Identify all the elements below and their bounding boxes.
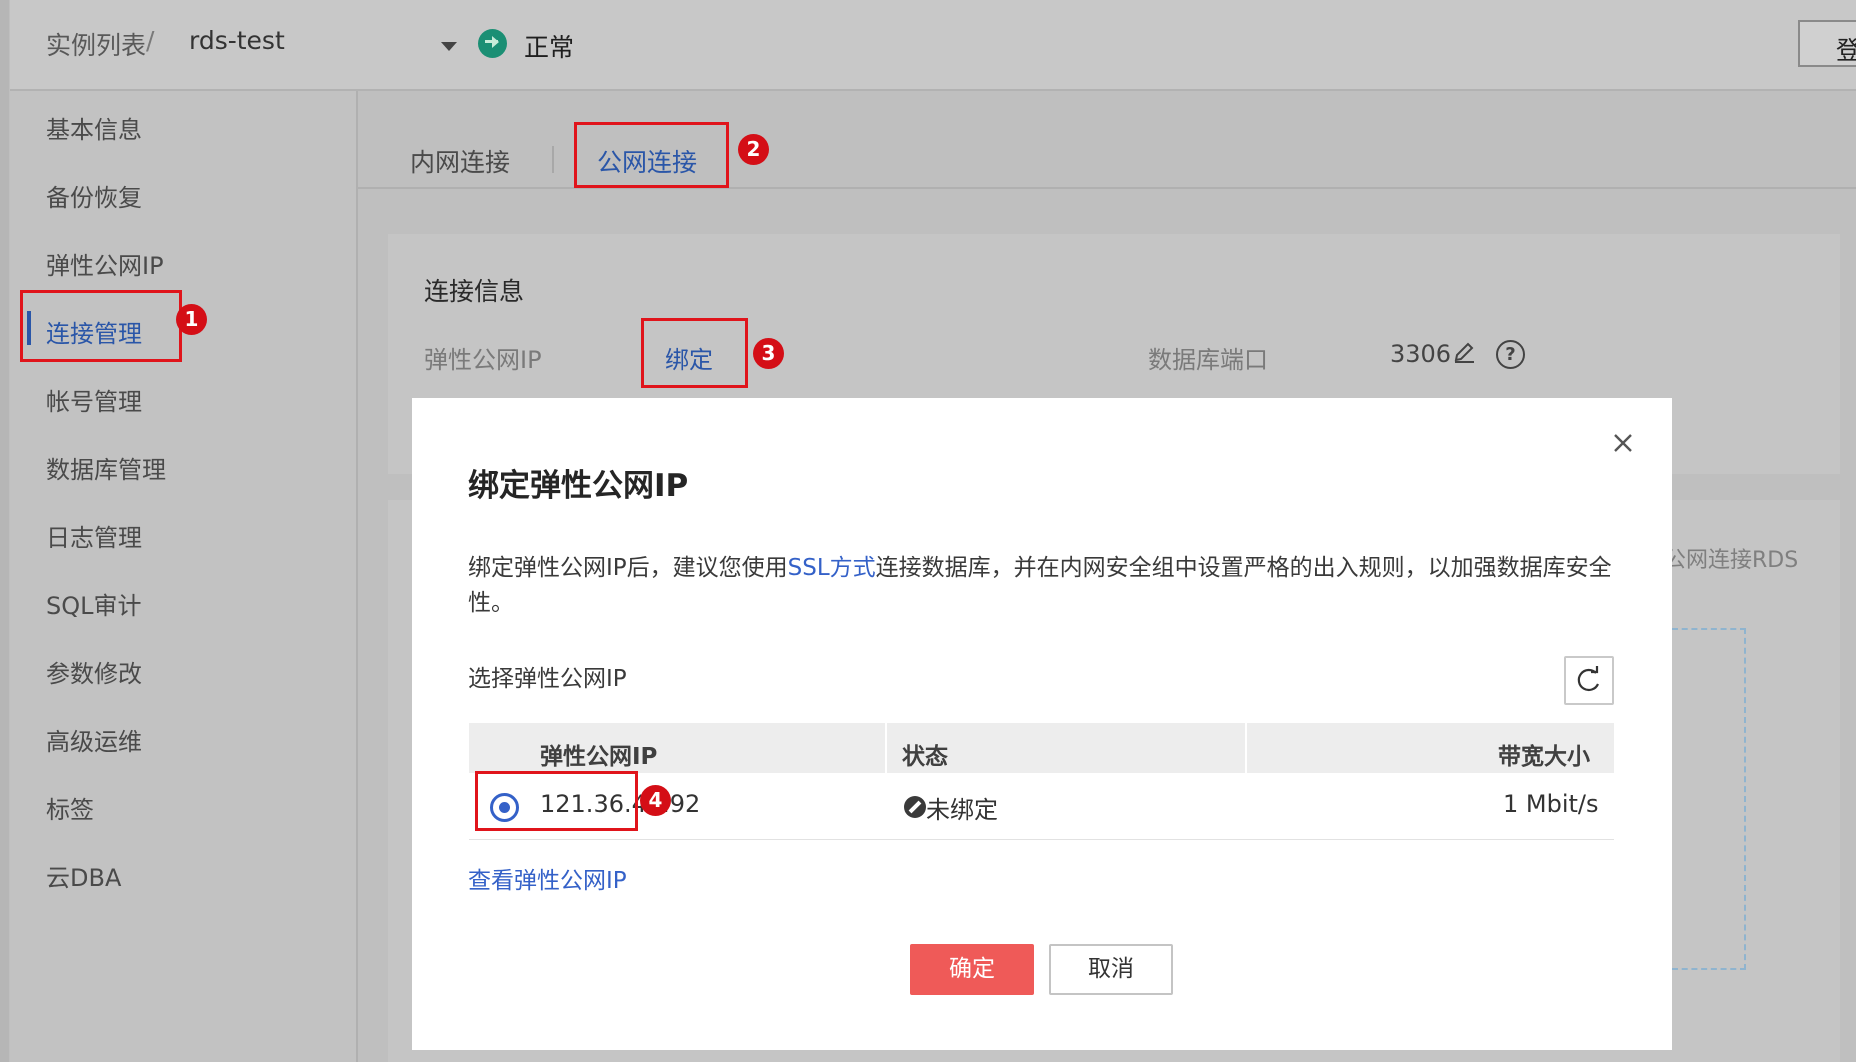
sidebar xyxy=(10,91,358,1062)
edit-pencil-icon[interactable] xyxy=(1452,340,1476,364)
annotation-badge-4: 4 xyxy=(640,785,671,816)
refresh-icon xyxy=(1577,666,1600,692)
eip-bandwidth: 1 Mbit/s xyxy=(1503,790,1599,818)
eip-label: 弹性公网IP xyxy=(424,346,542,374)
annotation-badge-2: 2 xyxy=(738,134,769,165)
sidebar-item-parameters[interactable]: 参数修改 xyxy=(46,654,142,689)
ssl-link[interactable]: SSL方式 xyxy=(788,555,876,581)
breadcrumb-separator: / xyxy=(146,26,155,55)
chevron-down-icon[interactable] xyxy=(441,42,457,51)
column-header-status: 状态 xyxy=(902,744,948,770)
dialog-title: 绑定弹性公网IP xyxy=(468,468,689,504)
view-eip-link[interactable]: 查看弹性公网IP xyxy=(468,861,627,895)
public-connection-hint: 公网连接RDS xyxy=(1664,548,1799,573)
login-button[interactable]: 登 xyxy=(1798,20,1856,67)
sidebar-item-logs[interactable]: 日志管理 xyxy=(46,518,142,553)
sidebar-item-basic-info[interactable]: 基本信息 xyxy=(46,110,142,145)
db-port-label: 数据库端口 xyxy=(1148,346,1268,374)
annotation-box-4 xyxy=(475,771,638,831)
annotation-badge-3: 3 xyxy=(753,338,784,369)
eip-status: 未绑定 xyxy=(926,796,998,824)
instance-name: rds-test xyxy=(189,26,285,55)
tab-divider xyxy=(552,146,554,173)
select-eip-label: 选择弹性公网IP xyxy=(468,666,627,692)
refresh-button[interactable] xyxy=(1564,656,1614,705)
diagram-dashed-frame xyxy=(1672,628,1746,970)
dialog-description: 绑定弹性公网IP后，建议您使用SSL方式连接数据库，并在内网安全组中设置严格的出… xyxy=(468,555,1612,616)
tab-intranet[interactable]: 内网连接 xyxy=(410,143,510,179)
help-icon[interactable]: ? xyxy=(1496,340,1525,369)
sidebar-item-eip[interactable]: 弹性公网IP xyxy=(46,246,164,281)
table-row-divider xyxy=(469,839,1614,840)
close-icon[interactable] xyxy=(1608,428,1638,458)
top-bar xyxy=(10,0,1856,91)
sidebar-item-sql-audit[interactable]: SQL审计 xyxy=(46,586,142,621)
connection-info-title: 连接信息 xyxy=(424,277,525,306)
annotation-badge-1: 1 xyxy=(176,304,207,335)
annotation-box-3 xyxy=(641,318,748,388)
annotation-box-1 xyxy=(20,290,182,362)
column-separator xyxy=(1245,723,1247,773)
sidebar-item-backup[interactable]: 备份恢复 xyxy=(46,178,142,213)
sidebar-item-cloud-dba[interactable]: 云DBA xyxy=(46,858,121,893)
sidebar-item-databases[interactable]: 数据库管理 xyxy=(46,450,166,485)
instance-status: 正常 xyxy=(524,33,575,62)
annotation-box-2 xyxy=(574,122,729,188)
column-separator xyxy=(885,723,887,773)
breadcrumb-instance-list[interactable]: 实例列表 xyxy=(46,26,146,62)
bind-eip-dialog: 绑定弹性公网IP 绑定弹性公网IP后，建议您使用SSL方式连接数据库，并在内网安… xyxy=(412,398,1672,1050)
column-header-bandwidth: 带宽大小 xyxy=(1498,744,1590,770)
sidebar-item-advanced-ops[interactable]: 高级运维 xyxy=(46,722,142,757)
window-edge xyxy=(0,0,9,1062)
unbound-status-icon xyxy=(904,796,926,818)
cancel-button[interactable]: 取消 xyxy=(1049,944,1173,995)
column-header-eip: 弹性公网IP xyxy=(540,744,658,770)
sidebar-item-accounts[interactable]: 帐号管理 xyxy=(46,382,142,417)
sidebar-item-tags[interactable]: 标签 xyxy=(46,790,94,825)
status-running-icon xyxy=(478,29,507,58)
db-port-value: 3306 xyxy=(1390,340,1452,368)
confirm-button[interactable]: 确定 xyxy=(910,944,1034,995)
